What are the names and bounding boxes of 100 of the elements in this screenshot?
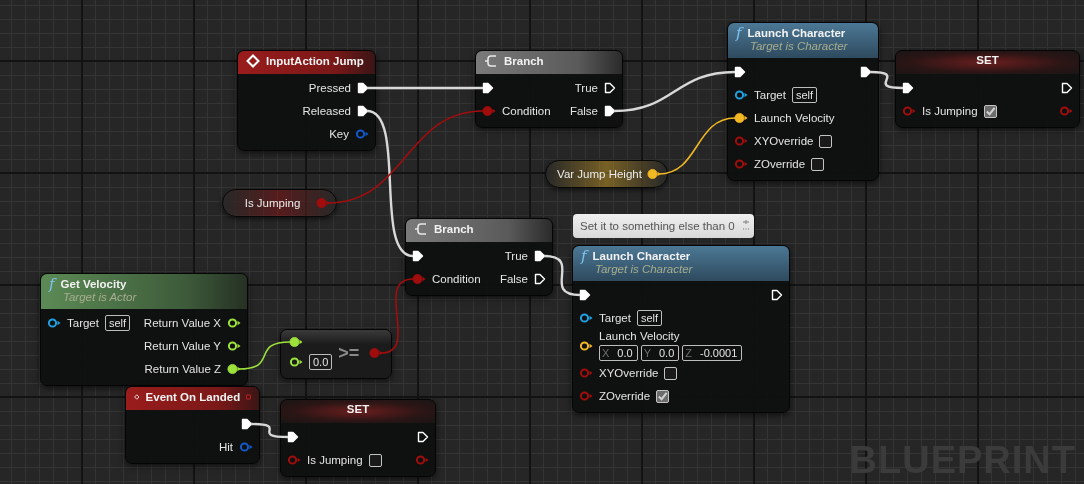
checkbox[interactable] <box>811 157 825 171</box>
node-header[interactable]: Event On Landed <box>126 387 259 410</box>
exec-pin-icon[interactable] <box>417 431 429 443</box>
blueprint-node[interactable]: f Launch Character Target is Character Target self Launch Velocity XYOverride ZOverride <box>727 22 879 181</box>
node-header[interactable]: f Launch Character Target is Character <box>728 23 878 58</box>
blueprint-node[interactable]: SET Is Jumping <box>895 50 1080 128</box>
checkbox[interactable] <box>368 453 382 467</box>
node-subtitle: Target is Character <box>750 40 849 52</box>
blueprint-node[interactable]: Branch True Condition False <box>405 218 553 296</box>
node-title: Event On Landed <box>145 391 241 403</box>
pin-label: Condition <box>432 273 481 285</box>
checkbox[interactable] <box>664 366 678 380</box>
exec-pin-icon[interactable] <box>771 289 783 301</box>
exec-pin-icon[interactable] <box>534 250 546 262</box>
data-pin-icon[interactable] <box>47 317 61 329</box>
pin-label: XYOverride <box>599 367 659 379</box>
pin-label: Pressed <box>308 82 351 94</box>
node-header[interactable]: f Get Velocity Target is Actor <box>41 274 247 309</box>
data-pin-icon[interactable] <box>227 317 241 329</box>
vector-component-field[interactable]: Z -0.0001 <box>682 345 743 361</box>
exec-pin-icon[interactable] <box>604 105 616 117</box>
vector-component-field[interactable]: X 0.0 <box>599 345 638 361</box>
exec-pin-icon[interactable] <box>1061 82 1073 94</box>
exec-pin-icon[interactable] <box>357 82 369 94</box>
node-title: Launch Character <box>747 27 846 39</box>
node-header[interactable]: InputAction Jump <box>238 51 375 74</box>
checkbox[interactable] <box>819 134 833 148</box>
comment-bubble[interactable]: Set it to something else than 0 <box>573 214 754 238</box>
exec-pin-icon[interactable] <box>902 82 914 94</box>
data-pin-icon[interactable] <box>227 363 241 375</box>
exec-pin-icon[interactable] <box>357 105 369 117</box>
node-header[interactable]: Branch <box>406 219 552 242</box>
node-header[interactable]: Branch <box>476 51 622 74</box>
exec-pin-icon[interactable] <box>860 66 872 78</box>
blueprint-node[interactable]: Event On Landed Hit <box>125 386 260 464</box>
exec-pin-icon[interactable] <box>604 82 616 94</box>
data-pin-icon[interactable] <box>647 168 661 180</box>
pin-label: XYOverride <box>754 135 814 147</box>
exec-pin-icon[interactable] <box>412 250 424 262</box>
pin-label: Released <box>302 105 351 117</box>
value-field[interactable]: self <box>791 87 818 103</box>
exec-pin-icon[interactable] <box>534 273 546 285</box>
node-header[interactable]: SET <box>896 51 1079 74</box>
pin-label: Launch Velocity <box>599 330 681 342</box>
node-title: SET <box>346 403 370 415</box>
blueprint-node[interactable]: f Launch Character Target is Character Target self Launch Velocity X 0.0 Y 0.0 Z -0.0001 XYOverride ZOverride <box>572 245 790 413</box>
value-field[interactable]: self <box>104 315 131 331</box>
blueprint-node[interactable]: SET Is Jumping <box>280 399 436 477</box>
data-pin-icon[interactable] <box>289 336 303 348</box>
data-pin-icon[interactable] <box>289 356 303 368</box>
pin-label: False <box>499 273 528 285</box>
data-pin-icon[interactable] <box>227 340 241 352</box>
branch-icon <box>414 222 428 236</box>
exec-pin-icon[interactable] <box>482 82 494 94</box>
data-pin-icon[interactable] <box>579 339 593 352</box>
data-pin-icon[interactable] <box>579 312 593 324</box>
exec-pin-icon[interactable] <box>287 431 299 443</box>
node-title: Branch <box>434 223 474 235</box>
pin-label: Is Jumping <box>307 454 363 466</box>
graph-canvas[interactable] <box>0 0 1084 484</box>
checkbox[interactable] <box>983 104 997 118</box>
wire[interactable] <box>658 117 736 175</box>
pin-label: Return Value X <box>143 317 221 329</box>
pin-label: Condition <box>502 105 551 117</box>
exec-pin-icon[interactable] <box>579 289 591 301</box>
node-header[interactable]: f Launch Character Target is Character <box>573 246 789 281</box>
variable-label: Is Jumping <box>244 197 301 209</box>
blueprint-node[interactable]: InputAction Jump Pressed Released Key <box>237 50 376 151</box>
blueprint-node[interactable]: f Get Velocity Target is Actor Target self Return Value X Return Value Y Return Value Z <box>40 273 248 386</box>
node-header[interactable]: SET <box>281 400 435 423</box>
value-field[interactable]: 0.0 <box>309 354 333 370</box>
node-title: Get Velocity <box>60 278 127 290</box>
checkbox[interactable] <box>656 389 670 403</box>
pin-label: ZOverride <box>599 390 651 402</box>
pin-label: Target <box>599 312 631 324</box>
node-title: Launch Character <box>592 250 691 262</box>
branch-icon <box>484 54 498 68</box>
pin-label: ZOverride <box>754 158 806 170</box>
pin-label: Hit <box>218 441 233 453</box>
data-pin-icon[interactable] <box>734 89 748 101</box>
data-pin-icon[interactable] <box>734 112 748 124</box>
node-subtitle: Target is Actor <box>63 291 138 303</box>
exec-pin-icon[interactable] <box>241 418 253 430</box>
node-title: Branch <box>504 55 544 67</box>
value-field[interactable]: self <box>636 310 663 326</box>
pin-label: Is Jumping <box>922 105 978 117</box>
pin-label: True <box>574 82 598 94</box>
variable-node[interactable]: Is Jumping <box>222 189 337 217</box>
vector-component-field[interactable]: Y 0.0 <box>640 345 680 361</box>
pin-label: Target <box>754 89 786 101</box>
function-icon: f <box>581 249 587 263</box>
comment-text: Set it to something else than 0 <box>580 220 735 232</box>
variable-node[interactable]: Var Jump Height <box>545 160 668 188</box>
operator-symbol: >= <box>338 342 360 364</box>
blueprint-node[interactable]: Branch True Condition False <box>475 50 623 128</box>
blueprint-node[interactable]: 0.0 >= <box>280 329 392 379</box>
node-title: InputAction Jump <box>266 55 364 67</box>
exec-pin-icon[interactable] <box>734 66 746 78</box>
node-subtitle: Target is Character <box>595 263 694 275</box>
pin-label: Return Value Y <box>144 340 221 352</box>
